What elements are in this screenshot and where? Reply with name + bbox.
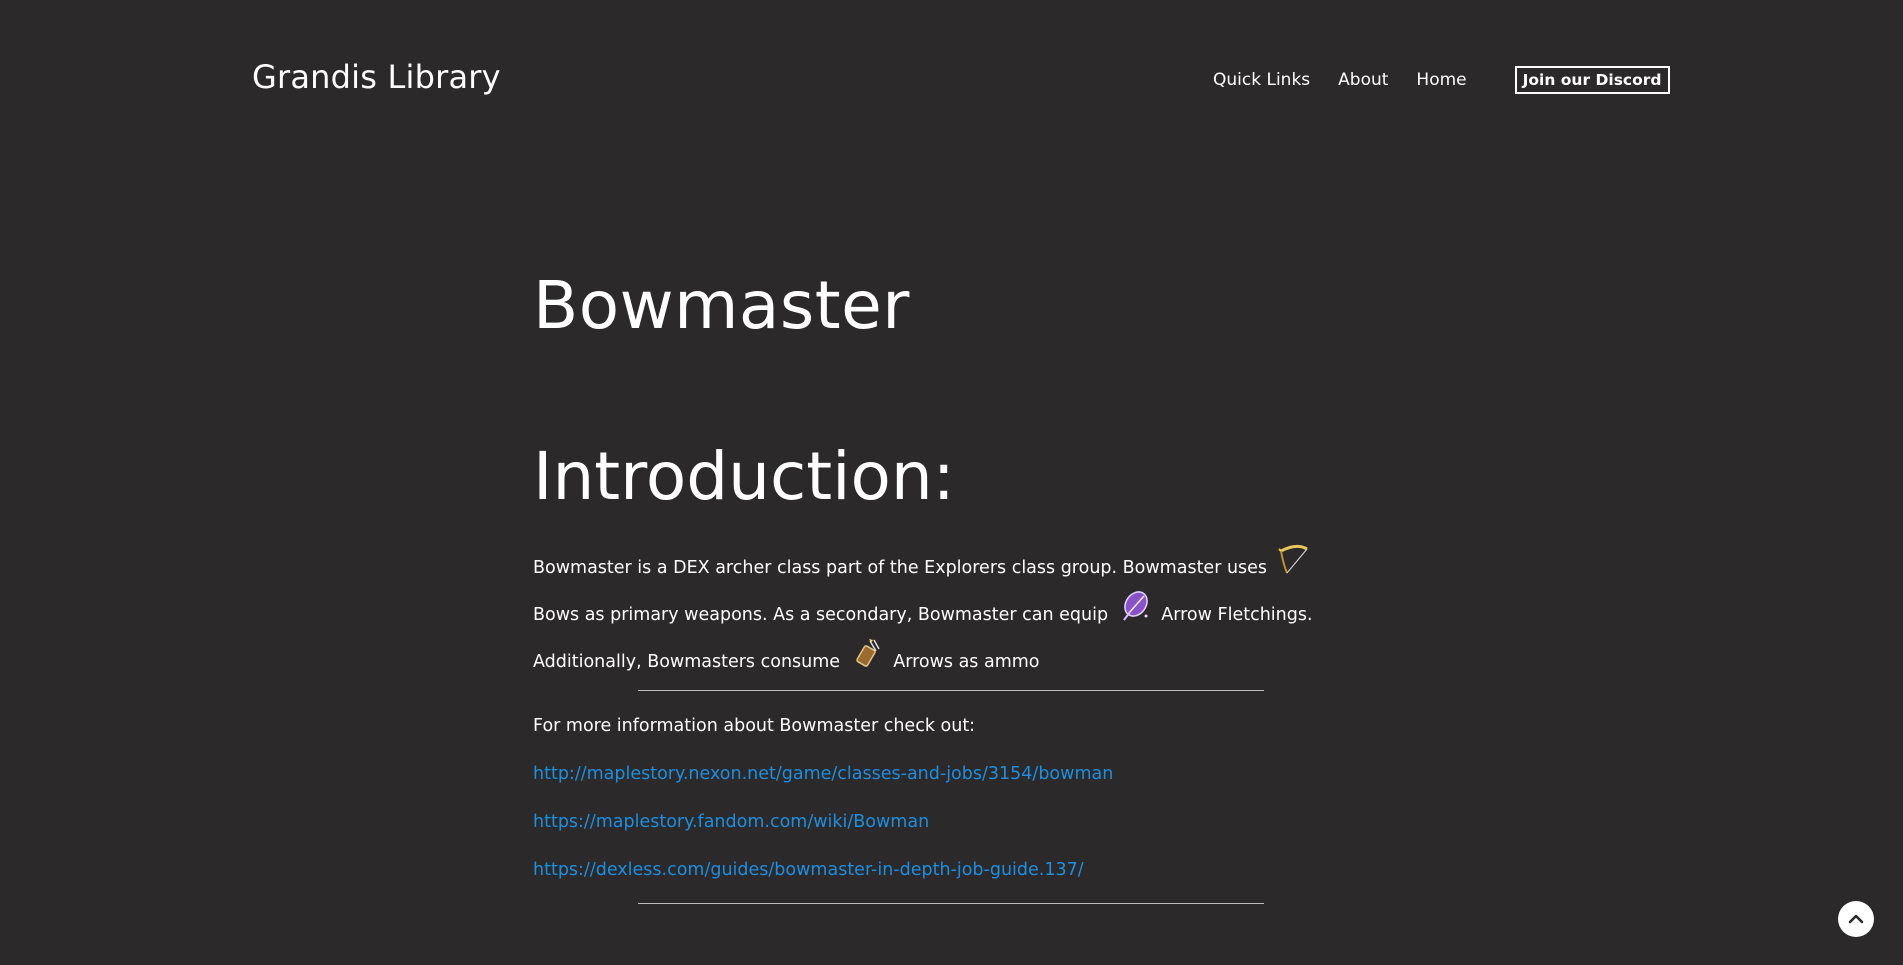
intro-text-part1: Bowmaster is a DEX archer class part of …	[533, 558, 1268, 579]
nav-link-home[interactable]: Home	[1416, 70, 1466, 90]
arrows-icon	[850, 637, 884, 671]
intro-text-part2: Bows as primary weapons. As a secondary,…	[533, 605, 1109, 626]
intro-text-part4: Arrows as ammo	[893, 652, 1040, 673]
link-dexless-guide[interactable]: https://dexless.com/guides/bowmaster-in-…	[533, 855, 1353, 885]
site-header: Grandis Library Quick Links About Home J…	[0, 0, 1903, 160]
scroll-to-top-button[interactable]	[1838, 901, 1874, 937]
site-title-link[interactable]: Grandis Library	[252, 58, 501, 96]
link-nexon-bowman[interactable]: http://maplestory.nexon.net/game/classes…	[533, 759, 1353, 789]
page-title: Bowmaster	[533, 267, 910, 344]
intro-paragraph: Bowmaster is a DEX archer class part of …	[533, 543, 1343, 684]
chevron-up-icon	[1848, 914, 1864, 924]
section-divider	[638, 903, 1264, 905]
arrow-fletching-icon	[1118, 590, 1152, 624]
nav-link-about[interactable]: About	[1338, 70, 1388, 90]
bow-icon	[1277, 543, 1311, 577]
main-nav: Quick Links About Home Join our Discord	[1213, 66, 1670, 94]
join-discord-button[interactable]: Join our Discord	[1514, 66, 1670, 94]
section-title-introduction: Introduction:	[533, 437, 955, 515]
main-content: Bowmaster Introduction: Bowmaster is a D…	[533, 267, 1353, 905]
section-divider	[638, 690, 1264, 692]
more-info-label: For more information about Bowmaster che…	[533, 716, 976, 737]
nav-link-quick-links[interactable]: Quick Links	[1213, 70, 1310, 90]
link-fandom-bowman[interactable]: https://maplestory.fandom.com/wiki/Bowma…	[533, 807, 1353, 837]
